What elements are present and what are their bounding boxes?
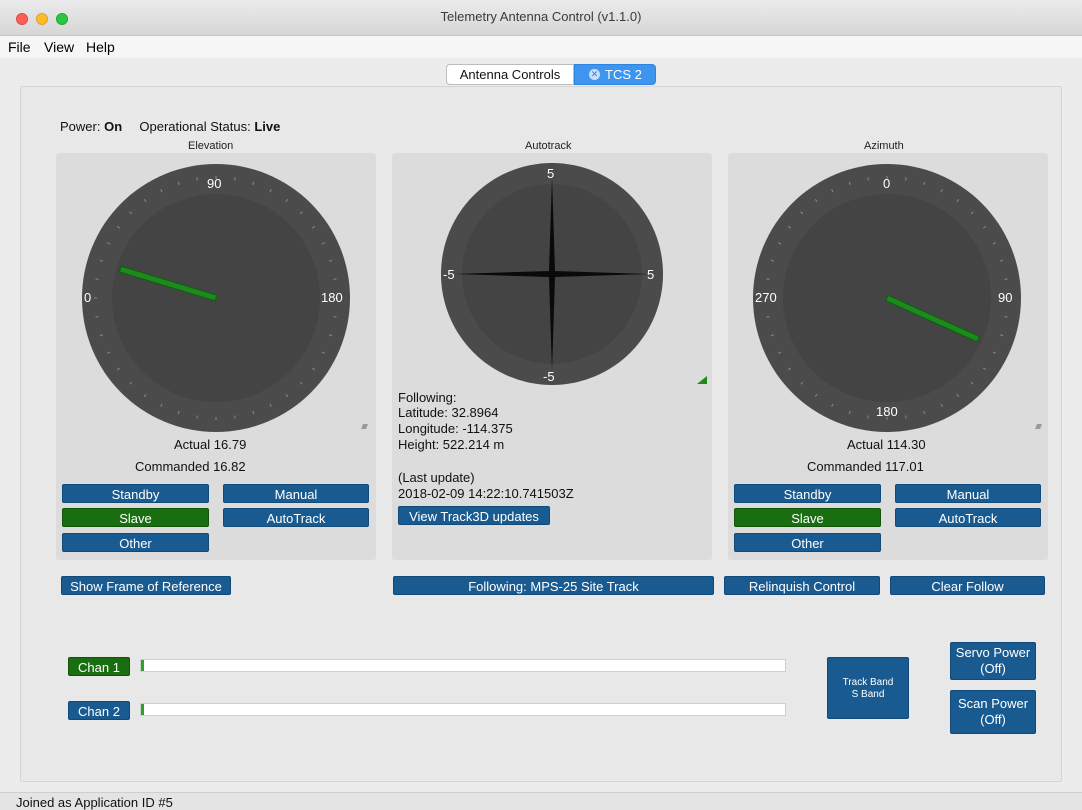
track-band-button[interactable]: Track Band S Band xyxy=(827,657,909,719)
autotrack-scale-bottom: -5 xyxy=(543,369,555,384)
last-update-label: (Last update) xyxy=(398,470,475,485)
tab-tcs2-label: TCS 2 xyxy=(605,67,642,82)
azimuth-title: Azimuth xyxy=(864,140,904,152)
azimuth-label-180: 180 xyxy=(876,404,898,419)
azimuth-actual-label: Actual xyxy=(847,437,884,452)
close-tab-icon[interactable]: ✕ xyxy=(589,69,600,80)
tab-tcs2[interactable]: ✕ TCS 2 xyxy=(574,64,656,85)
elevation-manual-button[interactable]: Manual xyxy=(223,484,369,503)
autotrack-title: Autotrack xyxy=(525,140,572,152)
power-status: Power: On Operational Status: Live xyxy=(60,119,280,134)
elevation-actual: Actual 16.79 xyxy=(174,437,246,452)
servo-power-button[interactable]: Servo Power (Off) xyxy=(950,642,1036,680)
menu-bar: File View Help xyxy=(0,36,1082,58)
height-value: Height: 522.214 m xyxy=(398,437,505,452)
azimuth-commanded: Commanded 117.01 xyxy=(807,459,924,474)
chan1-level-bar xyxy=(140,659,786,672)
clear-follow-button[interactable]: Clear Follow xyxy=(890,576,1045,595)
operational-status-value: Live xyxy=(254,119,281,134)
azimuth-commanded-label: Commanded xyxy=(807,459,882,474)
power-value: On xyxy=(104,119,123,134)
elevation-autotrack-button[interactable]: AutoTrack xyxy=(223,508,369,527)
azimuth-dial: 0 90 180 270 xyxy=(753,164,1021,432)
azimuth-commanded-value: 117.01 xyxy=(885,459,924,474)
elevation-standby-button[interactable]: Standby xyxy=(62,484,209,503)
autotrack-scale-left: -5 xyxy=(443,267,455,282)
elevation-label-90: 90 xyxy=(207,176,221,191)
azimuth-actual: Actual 114.30 xyxy=(847,437,926,452)
elevation-title: Elevation xyxy=(188,140,234,152)
title-bar[interactable]: Telemetry Antenna Control (v1.1.0) xyxy=(0,0,1082,36)
elevation-label-0: 0 xyxy=(84,290,91,305)
show-frame-of-reference-button[interactable]: Show Frame of Reference xyxy=(61,576,231,595)
azimuth-other-button[interactable]: Other xyxy=(734,533,881,552)
scan-power-line2: (Off) xyxy=(980,712,1006,727)
elevation-actual-label: Actual xyxy=(174,437,211,452)
elevation-slave-button[interactable]: Slave xyxy=(62,508,209,527)
autotrack-dial: 5 -5 -5 5 xyxy=(441,163,663,385)
elevation-actual-value: 16.79 xyxy=(213,437,247,452)
scan-power-button[interactable]: Scan Power (Off) xyxy=(950,690,1036,734)
azimuth-autotrack-button[interactable]: AutoTrack xyxy=(895,508,1041,527)
scan-power-line1: Scan Power xyxy=(957,696,1029,711)
chan2-level-fill xyxy=(141,704,144,715)
elevation-dial: 0 90 180 xyxy=(82,164,350,432)
following-target-button[interactable]: Following: MPS-25 Site Track xyxy=(393,576,714,595)
view-track3d-button[interactable]: View Track3D updates xyxy=(398,506,550,525)
servo-power-line2: (Off) xyxy=(980,661,1006,676)
longitude-value: Longitude: -114.375 xyxy=(398,421,513,436)
latitude-value: Latitude: 32.8964 xyxy=(398,405,499,420)
elevation-commanded-label: Commanded xyxy=(135,459,210,474)
chan2-button[interactable]: Chan 2 xyxy=(68,701,130,720)
azimuth-label-0: 0 xyxy=(883,176,890,191)
menu-view[interactable]: View xyxy=(44,39,74,55)
menu-file[interactable]: File xyxy=(8,39,31,55)
chan1-button[interactable]: Chan 1 xyxy=(68,657,130,676)
chan1-level-fill xyxy=(141,660,144,671)
autotrack-scale-top: 5 xyxy=(547,166,554,181)
servo-power-line1: Servo Power xyxy=(955,645,1031,660)
track-band-line1: Track Band xyxy=(842,677,894,688)
relinquish-control-button[interactable]: Relinquish Control xyxy=(724,576,880,595)
window-title: Telemetry Antenna Control (v1.1.0) xyxy=(440,9,642,24)
power-label: Power: xyxy=(60,119,101,134)
elevation-commanded: Commanded 16.82 xyxy=(135,459,246,474)
tab-antenna-controls[interactable]: Antenna Controls xyxy=(446,64,574,85)
status-bar-text: Joined as Application ID #5 xyxy=(16,795,173,810)
azimuth-manual-button[interactable]: Manual xyxy=(895,484,1041,503)
status-bar: Joined as Application ID #5 xyxy=(0,792,1082,810)
following-label: Following: xyxy=(398,390,457,405)
azimuth-label-270: 270 xyxy=(755,290,777,305)
chan2-level-bar xyxy=(140,703,786,716)
azimuth-actual-value: 114.30 xyxy=(886,437,926,452)
elevation-commanded-value: 16.82 xyxy=(213,459,246,474)
autotrack-indicator-icon xyxy=(697,376,707,384)
menu-help[interactable]: Help xyxy=(86,39,115,55)
last-update-value: 2018-02-09 14:22:10.741503Z xyxy=(398,486,574,501)
app-window: Telemetry Antenna Control (v1.1.0) File … xyxy=(0,0,1082,810)
track-band-line2: S Band xyxy=(851,689,885,700)
operational-status-label: Operational Status: xyxy=(139,119,251,134)
elevation-other-button[interactable]: Other xyxy=(62,533,209,552)
autotrack-scale-right: 5 xyxy=(647,267,654,282)
azimuth-label-90: 90 xyxy=(998,290,1012,305)
azimuth-standby-button[interactable]: Standby xyxy=(734,484,881,503)
elevation-label-180: 180 xyxy=(321,290,343,305)
azimuth-slave-button[interactable]: Slave xyxy=(734,508,881,527)
